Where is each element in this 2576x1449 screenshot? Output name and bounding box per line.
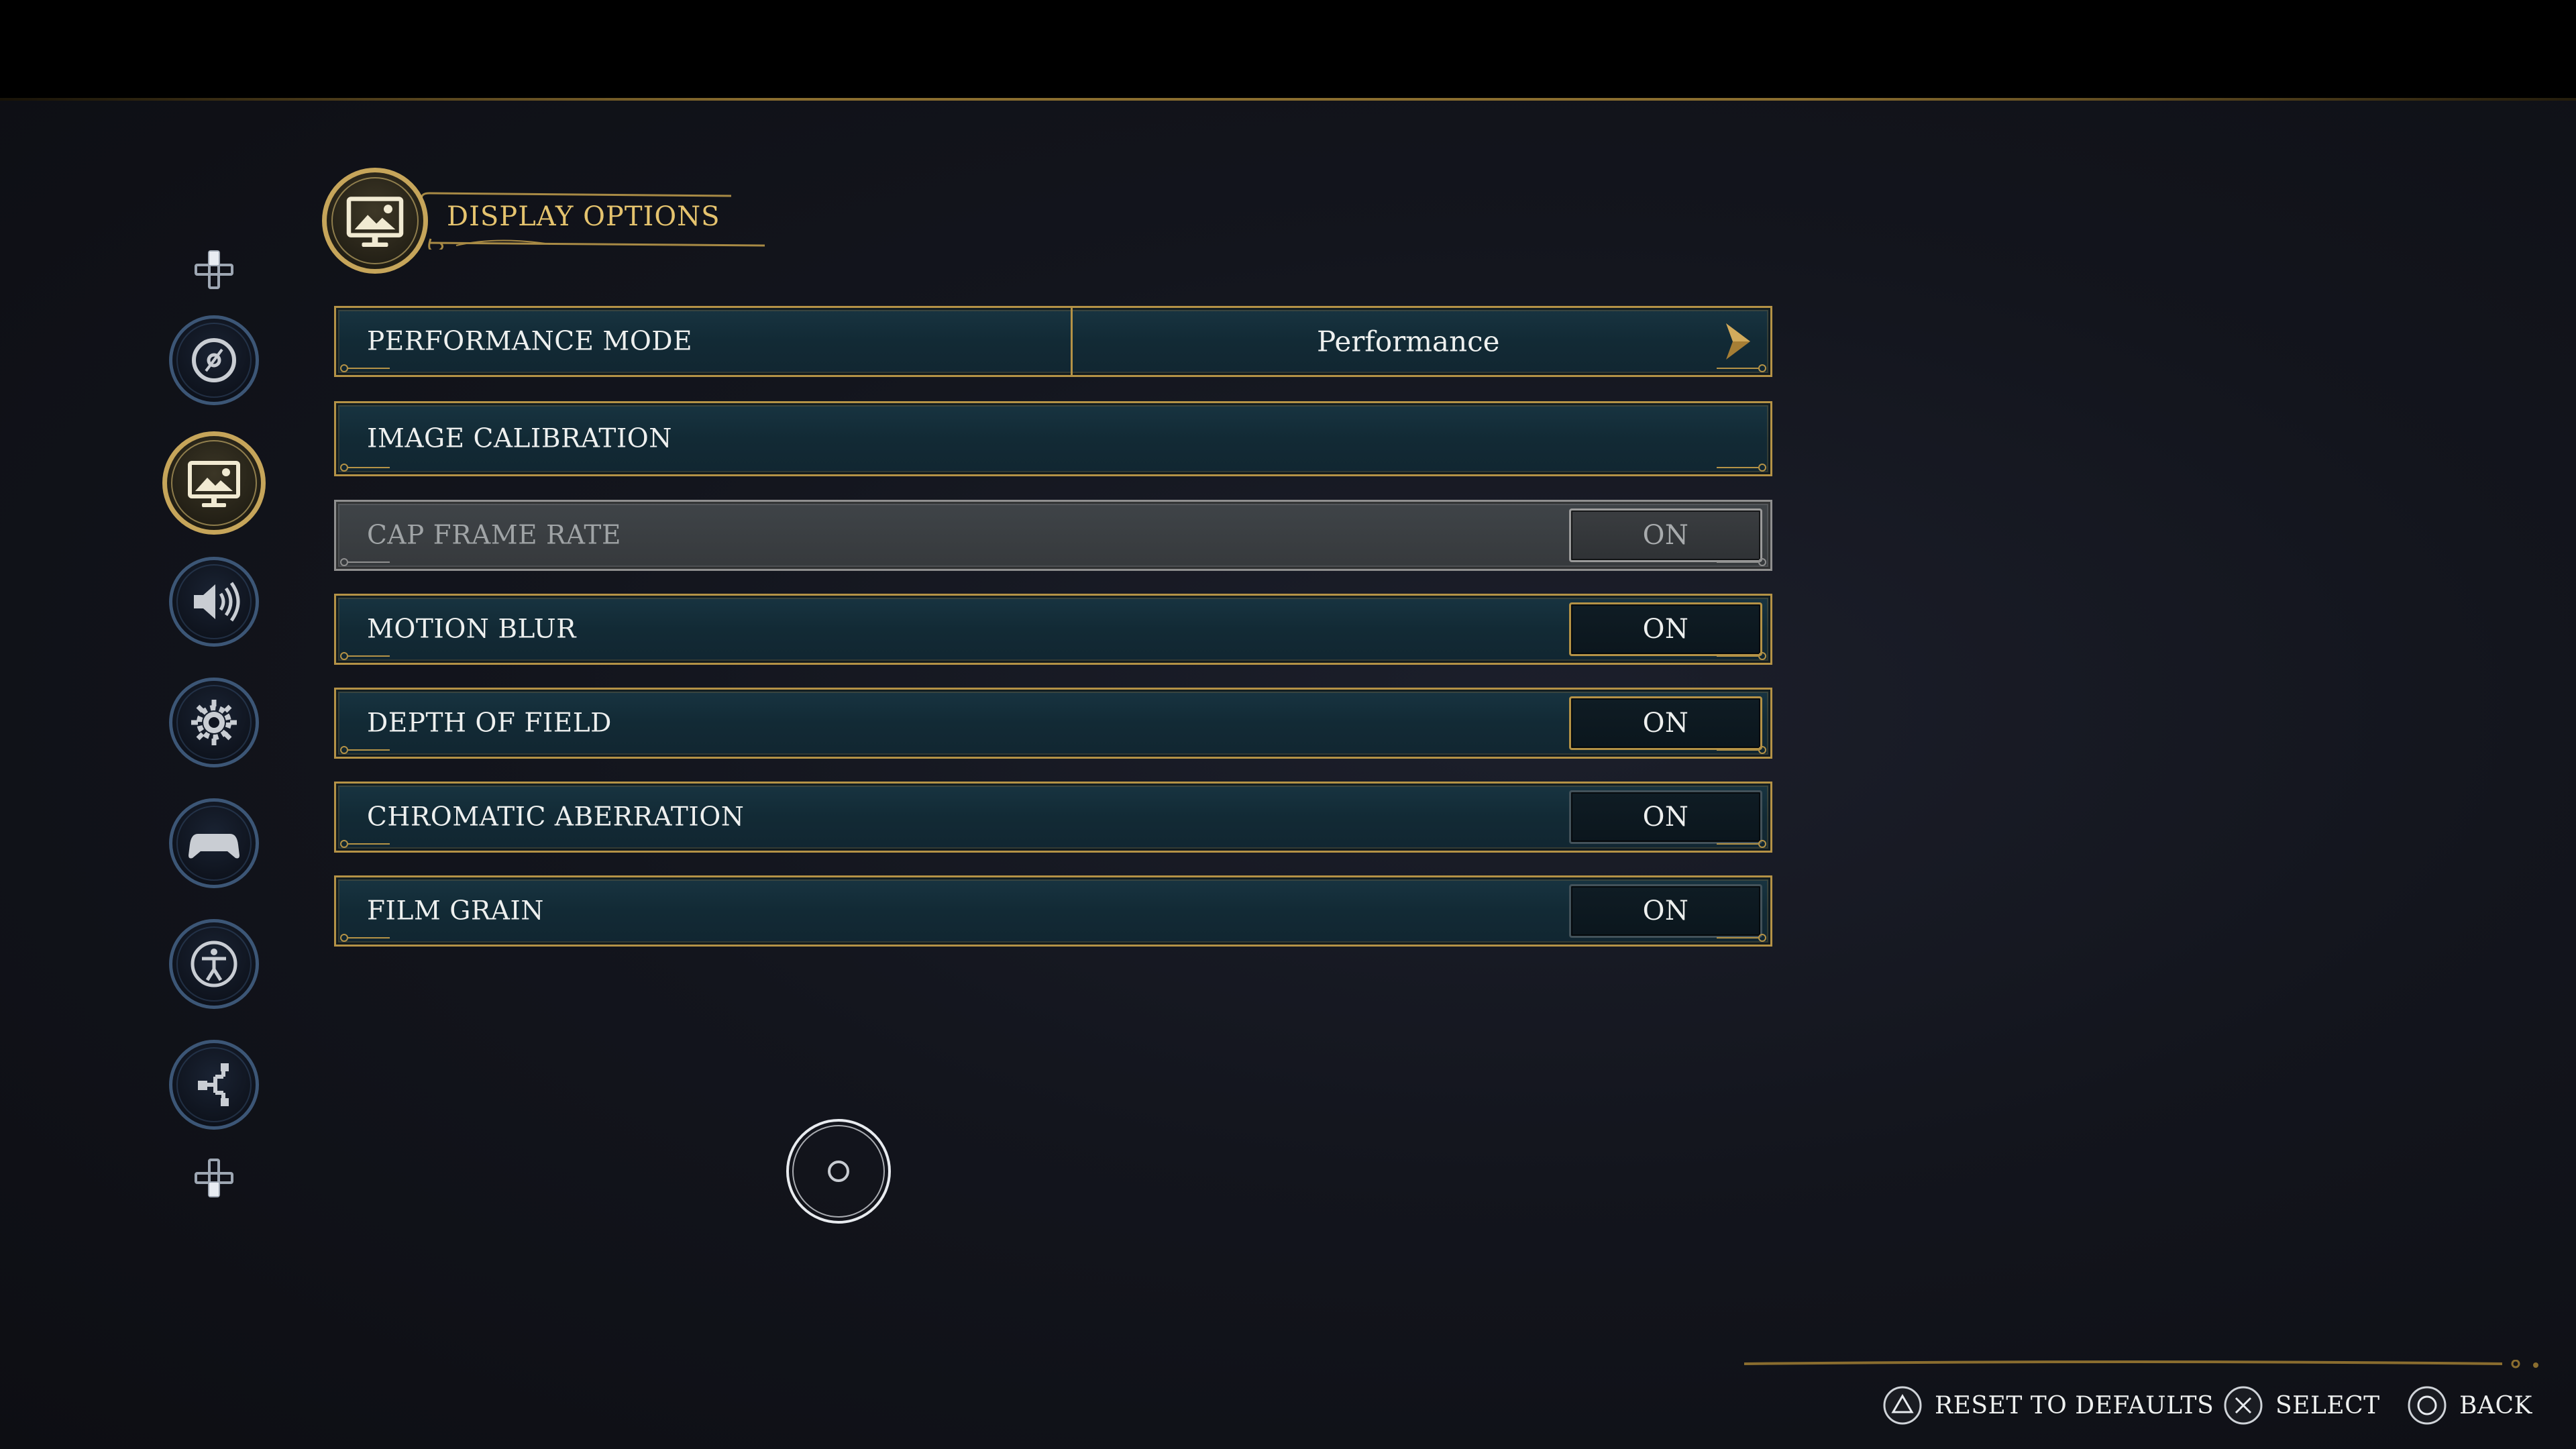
setting-label: FILM GRAIN (367, 896, 544, 926)
toggle-value: ON (1642, 896, 1689, 926)
back-label: BACK (2459, 1391, 2532, 1419)
setting-label: CHROMATIC ABERRATION (367, 802, 745, 833)
category-accessibility[interactable] (169, 919, 259, 1009)
setting-label: MOTION BLUR (367, 614, 576, 645)
toggle-value: ON (1642, 802, 1689, 833)
footer-divider (1743, 1359, 2542, 1368)
corner-ornament (1714, 461, 1768, 473)
network-icon (198, 1063, 229, 1106)
toggle-value: ON (1642, 520, 1689, 551)
corner-ornament (339, 461, 392, 473)
performance-mode-value: Performance (1317, 325, 1500, 358)
gamepad-icon (189, 834, 239, 859)
corner-ornament (339, 362, 392, 374)
toggle-value: ON (1642, 614, 1689, 645)
reset-label: RESET TO DEFAULTS (1935, 1391, 2214, 1419)
corner-ornament (339, 555, 392, 568)
cap-frame-rate-toggle: ON (1569, 508, 1762, 562)
category-disc[interactable] (169, 315, 259, 405)
display-icon (346, 197, 404, 247)
select-button[interactable]: SELECT (2223, 1382, 2380, 1429)
back-button[interactable]: BACK (2407, 1382, 2532, 1429)
category-audio[interactable] (169, 557, 259, 647)
corner-ornament (339, 649, 392, 661)
setting-label: IMAGE CALIBRATION (367, 423, 672, 454)
category-controls[interactable] (169, 798, 259, 888)
reset-to-defaults-button[interactable]: RESET TO DEFAULTS (1882, 1382, 2214, 1429)
top-letterbox (0, 0, 2576, 99)
corner-ornament (1714, 837, 1768, 849)
circle-button-icon (2407, 1385, 2447, 1426)
corner-ornament (339, 931, 392, 943)
motion-blur-toggle[interactable]: ON (1569, 602, 1762, 656)
corner-ornament (1714, 362, 1768, 374)
category-display[interactable] (162, 431, 266, 535)
header-medallion (322, 168, 428, 274)
corner-ornament (339, 743, 392, 755)
corner-ornament (1714, 931, 1768, 943)
corner-ornament (1714, 649, 1768, 661)
corner-ornament (339, 837, 392, 849)
setting-label: PERFORMANCE MODE (367, 326, 693, 357)
corner-ornament (1714, 555, 1768, 568)
setting-row-chromatic-aberration[interactable]: CHROMATIC ABERRATION ON (334, 782, 1772, 853)
corner-ornament (1714, 743, 1768, 755)
next-option-arrow-icon[interactable] (1722, 321, 1753, 362)
setting-row-film-grain[interactable]: FILM GRAIN ON (334, 875, 1772, 947)
toggle-value: ON (1642, 708, 1689, 739)
speaker-icon (194, 582, 240, 622)
pointer-cursor-icon (784, 1116, 894, 1226)
setting-row-depth-of-field[interactable]: DEPTH OF FIELD ON (334, 688, 1772, 759)
display-icon (188, 461, 240, 507)
setting-row-image-calibration[interactable]: IMAGE CALIBRATION (334, 401, 1772, 476)
setting-row-cap-frame-rate: CAP FRAME RATE ON (334, 500, 1772, 571)
background (0, 101, 2576, 1449)
setting-label: DEPTH OF FIELD (367, 708, 612, 739)
cross-button-icon (2223, 1385, 2263, 1426)
setting-row-performance-mode[interactable]: PERFORMANCE MODE Performance (334, 306, 1772, 377)
depth-of-field-toggle[interactable]: ON (1569, 696, 1762, 750)
category-social[interactable] (169, 1040, 259, 1130)
triangle-button-icon (1882, 1385, 1923, 1426)
dpad-up-icon (195, 250, 233, 289)
gear-icon (191, 700, 237, 745)
select-label: SELECT (2275, 1391, 2380, 1419)
setting-row-motion-blur[interactable]: MOTION BLUR ON (334, 594, 1772, 665)
page-title: DISPLAY OPTIONS (447, 201, 720, 232)
disc-icon (192, 338, 236, 382)
setting-label: CAP FRAME RATE (367, 520, 621, 551)
category-gameplay[interactable] (169, 678, 259, 767)
film-grain-toggle[interactable]: ON (1569, 884, 1762, 938)
accessibility-icon (191, 941, 237, 987)
dpad-down-icon (195, 1159, 233, 1197)
chromatic-aberration-toggle[interactable]: ON (1569, 790, 1762, 844)
row-divider (1071, 308, 1073, 375)
